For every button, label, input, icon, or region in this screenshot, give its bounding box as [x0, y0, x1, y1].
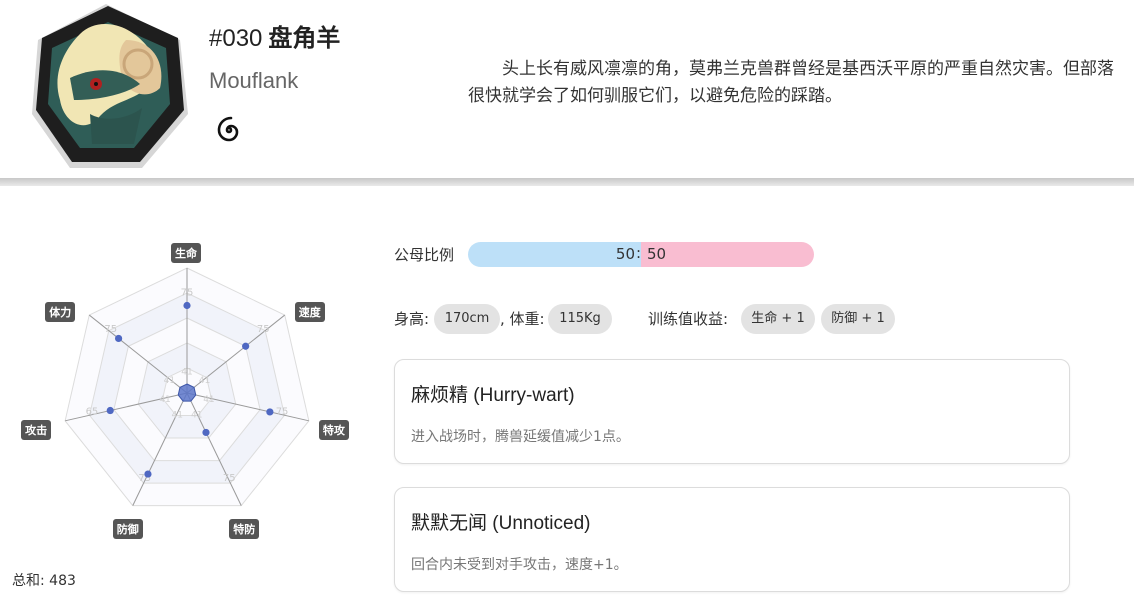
- ability-name: 默默无闻 (Unnoticed): [411, 513, 591, 534]
- stats-total: 总和: 483: [12, 573, 76, 589]
- radar-value-point: [202, 428, 210, 437]
- male-ratio: 50: [468, 242, 641, 267]
- radar-inner-value: 41: [172, 410, 183, 420]
- weight-pill: 115Kg: [548, 304, 612, 334]
- radar-inner-value: 41: [164, 376, 175, 386]
- radar-value-point: [106, 406, 114, 415]
- radar-ring-value: 75: [104, 324, 117, 335]
- pokemon-header: #030 盘角羊 Mouflank 头上长有威风凛凛的角，莫弗兰克兽群曾经是基西沃…: [0, 0, 1134, 178]
- gender-separator: :: [636, 244, 642, 262]
- radar-value-point: [114, 334, 123, 343]
- radar-value-point: [266, 408, 274, 416]
- ev-yield-label: 训练值收益:: [648, 310, 729, 328]
- stat-label: 防御: [112, 518, 143, 539]
- stat-label: 特防: [229, 518, 260, 539]
- radar-ring-value: 65: [86, 407, 99, 418]
- radar-value-point: [242, 342, 250, 350]
- radar-inner-value: 41: [181, 368, 192, 378]
- weight-label: , 体重:: [500, 310, 545, 328]
- ev-yield-defense: 防御 + 1: [821, 304, 895, 334]
- pokemon-avatar: [32, 4, 188, 168]
- pokemon-title: #030 盘角羊: [209, 18, 340, 53]
- pokemon-english-name: Mouflank: [209, 68, 299, 93]
- radar-ring-value: 75: [257, 324, 270, 335]
- ability-card[interactable]: 麻烦精 (Hurry-wart) 进入战场时，腾兽延缓值减少1点。: [394, 359, 1070, 464]
- spiral-icon[interactable]: [214, 115, 244, 145]
- ability-card[interactable]: 默默无闻 (Unnoticed) 回合内未受到对手攻击，速度+1。: [394, 487, 1070, 592]
- stat-label: 特攻: [318, 419, 349, 440]
- radar-value-point: [183, 301, 191, 310]
- radar-inner-value: 41: [159, 395, 170, 405]
- gender-ratio-label: 公母比例: [394, 246, 455, 264]
- header-divider: [0, 178, 1134, 186]
- pokemon-number: #030: [209, 25, 263, 52]
- ability-name: 麻烦精 (Hurry-wart): [411, 385, 575, 406]
- radar-ring-value: 75: [276, 407, 289, 418]
- height-pill: 170cm: [434, 304, 500, 334]
- radar-ring-value: 75: [223, 473, 236, 484]
- radar-chart: 7575757575657541414141414141: [64, 267, 310, 507]
- radar-stat-area: [177, 383, 197, 402]
- radar-inner-value: 41: [199, 376, 210, 386]
- pokemon-name: 盘角羊: [268, 25, 341, 52]
- radar-ring-value: 75: [181, 288, 194, 299]
- ability-description: 进入战场时，腾兽延缓值减少1点。: [411, 429, 630, 445]
- stat-label: 速度: [294, 302, 325, 323]
- radar-inner-value: 41: [203, 395, 214, 405]
- stat-label: 生命: [171, 243, 201, 263]
- radar-value-point: [144, 470, 152, 478]
- pokemon-description: 头上长有威风凛凛的角，莫弗兰克兽群曾经是基西沃平原的严重自然灾害。但部落很快就学…: [468, 59, 1114, 106]
- female-ratio: 50: [641, 242, 814, 267]
- stat-label: 攻击: [21, 419, 52, 440]
- ability-description: 回合内未受到对手攻击，速度+1。: [411, 557, 628, 573]
- ev-yield-hp: 生命 + 1: [741, 304, 815, 334]
- stat-label: 体力: [45, 302, 76, 323]
- radar-inner-value: 41: [191, 410, 202, 420]
- height-label: 身高:: [394, 310, 430, 328]
- stats-radar: 75 75 75 75 75 65 75 41 41 41 41 41 41 41 生命 速度 特攻 特防 防御攻…: [18, 238, 358, 539]
